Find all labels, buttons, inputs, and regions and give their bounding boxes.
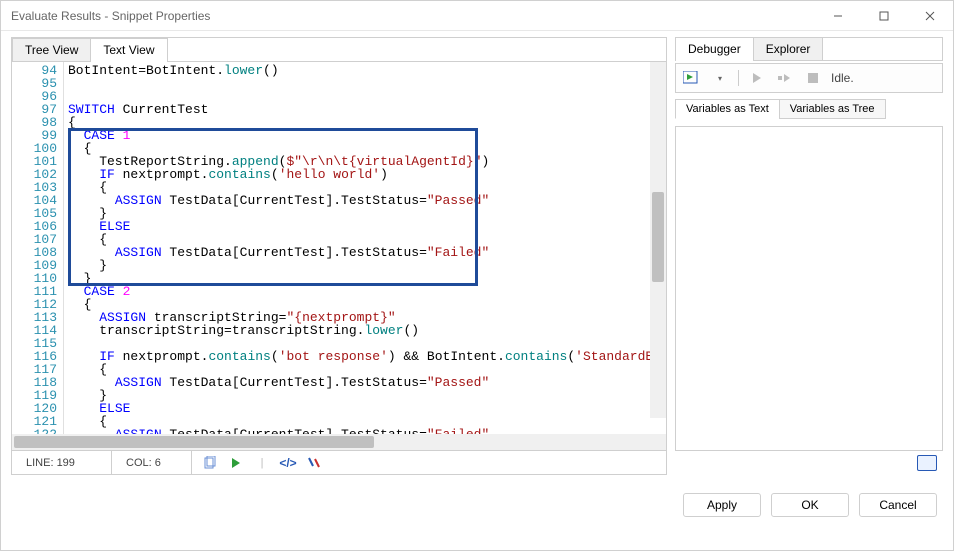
clear-icon-svg xyxy=(307,456,321,470)
code-line: ELSE xyxy=(68,220,666,233)
code-line: } xyxy=(68,389,666,402)
tab-debugger[interactable]: Debugger xyxy=(676,38,754,60)
code-line: } xyxy=(68,259,666,272)
code-line: ELSE xyxy=(68,402,666,415)
code-line: } xyxy=(68,207,666,220)
code-editor[interactable]: 9495969798991001011021031041051061071081… xyxy=(12,62,666,434)
run-icon-svg xyxy=(229,456,243,470)
cancel-button[interactable]: Cancel xyxy=(859,493,937,517)
code-line: { xyxy=(68,116,666,129)
main-area: Tree View Text View 94959697989910010110… xyxy=(1,31,953,475)
close-icon xyxy=(925,11,935,21)
tab-tree-view[interactable]: Tree View xyxy=(12,38,91,61)
maximize-button[interactable] xyxy=(861,1,907,31)
dialog-button-row: Apply OK Cancel xyxy=(1,475,953,517)
debugger-toolbar: ▾ Idle. xyxy=(675,63,943,93)
tab-text-view[interactable]: Text View xyxy=(90,38,167,61)
code-line: SWITCH CurrentTest xyxy=(68,103,666,116)
editor-panel: Tree View Text View 94959697989910010110… xyxy=(11,37,667,475)
panel-footer xyxy=(675,451,943,475)
play-icon-svg xyxy=(751,72,763,84)
debugger-state: Idle. xyxy=(831,71,854,85)
variables-panel[interactable] xyxy=(675,126,943,451)
code-line: BotIntent=BotIntent.lower() xyxy=(68,64,666,77)
code-line: ASSIGN TestData[CurrentTest].TestStatus=… xyxy=(68,246,666,259)
code-line: ASSIGN TestData[CurrentTest].TestStatus=… xyxy=(68,376,666,389)
code-line: CASE 2 xyxy=(68,285,666,298)
status-icons: | </> xyxy=(192,451,322,474)
tab-variables-text[interactable]: Variables as Text xyxy=(675,99,780,119)
code-line: CASE 1 xyxy=(68,129,666,142)
debugger-tabs: Debugger Explorer xyxy=(675,37,943,61)
window-title: Evaluate Results - Snippet Properties xyxy=(11,9,210,23)
window-play-icon xyxy=(683,71,701,85)
code-line: } xyxy=(68,272,666,285)
apply-button[interactable]: Apply xyxy=(683,493,761,517)
close-button[interactable] xyxy=(907,1,953,31)
maximize-icon xyxy=(879,11,889,21)
copy-icon-svg xyxy=(203,456,217,470)
code-tags-icon[interactable]: </> xyxy=(280,455,296,471)
code-line: ASSIGN TestData[CurrentTest].TestStatus=… xyxy=(68,194,666,207)
titlebar: Evaluate Results - Snippet Properties xyxy=(1,1,953,31)
code-content[interactable]: BotIntent=BotIntent.lower() SWITCH Curren… xyxy=(64,62,666,434)
divider-icon: | xyxy=(254,455,270,471)
editor-status-bar: LINE: 199 COL: 6 | </> xyxy=(12,450,666,474)
code-line xyxy=(68,77,666,90)
run-icon[interactable] xyxy=(228,455,244,471)
code-line: IF nextprompt.contains('hello world') xyxy=(68,168,666,181)
minimize-button[interactable] xyxy=(815,1,861,31)
stop-icon[interactable] xyxy=(803,68,823,88)
scroll-thumb[interactable] xyxy=(14,436,374,448)
debugger-panel: Debugger Explorer ▾ Idle. Variables as T… xyxy=(675,37,943,475)
debug-target-icon[interactable] xyxy=(682,68,702,88)
step-icon[interactable] xyxy=(775,68,795,88)
toolbar-divider xyxy=(738,70,739,86)
minimize-icon xyxy=(833,11,843,21)
window-controls xyxy=(815,1,953,31)
variables-tabs: Variables as Text Variables as Tree xyxy=(675,97,943,120)
play-icon[interactable] xyxy=(747,68,767,88)
code-line: transcriptString=transcriptString.lower(… xyxy=(68,324,666,337)
monitor-icon[interactable] xyxy=(917,455,937,471)
code-line: IF nextprompt.contains('bot response') &… xyxy=(68,350,666,363)
tab-explorer[interactable]: Explorer xyxy=(753,38,824,60)
status-line: LINE: 199 xyxy=(12,451,112,474)
vertical-scrollbar[interactable] xyxy=(650,62,666,418)
scroll-thumb[interactable] xyxy=(652,192,664,282)
horizontal-scrollbar[interactable] xyxy=(12,434,666,450)
copy-icon[interactable] xyxy=(202,455,218,471)
step-icon-svg xyxy=(778,72,792,84)
ok-button[interactable]: OK xyxy=(771,493,849,517)
chevron-down-icon[interactable]: ▾ xyxy=(710,68,730,88)
tab-variables-tree[interactable]: Variables as Tree xyxy=(779,99,886,119)
stop-icon-svg xyxy=(808,73,818,83)
status-col: COL: 6 xyxy=(112,451,192,474)
clear-formatting-icon[interactable] xyxy=(306,455,322,471)
line-gutter: 9495969798991001011021031041051061071081… xyxy=(12,62,64,434)
editor-tabs: Tree View Text View xyxy=(12,38,666,62)
